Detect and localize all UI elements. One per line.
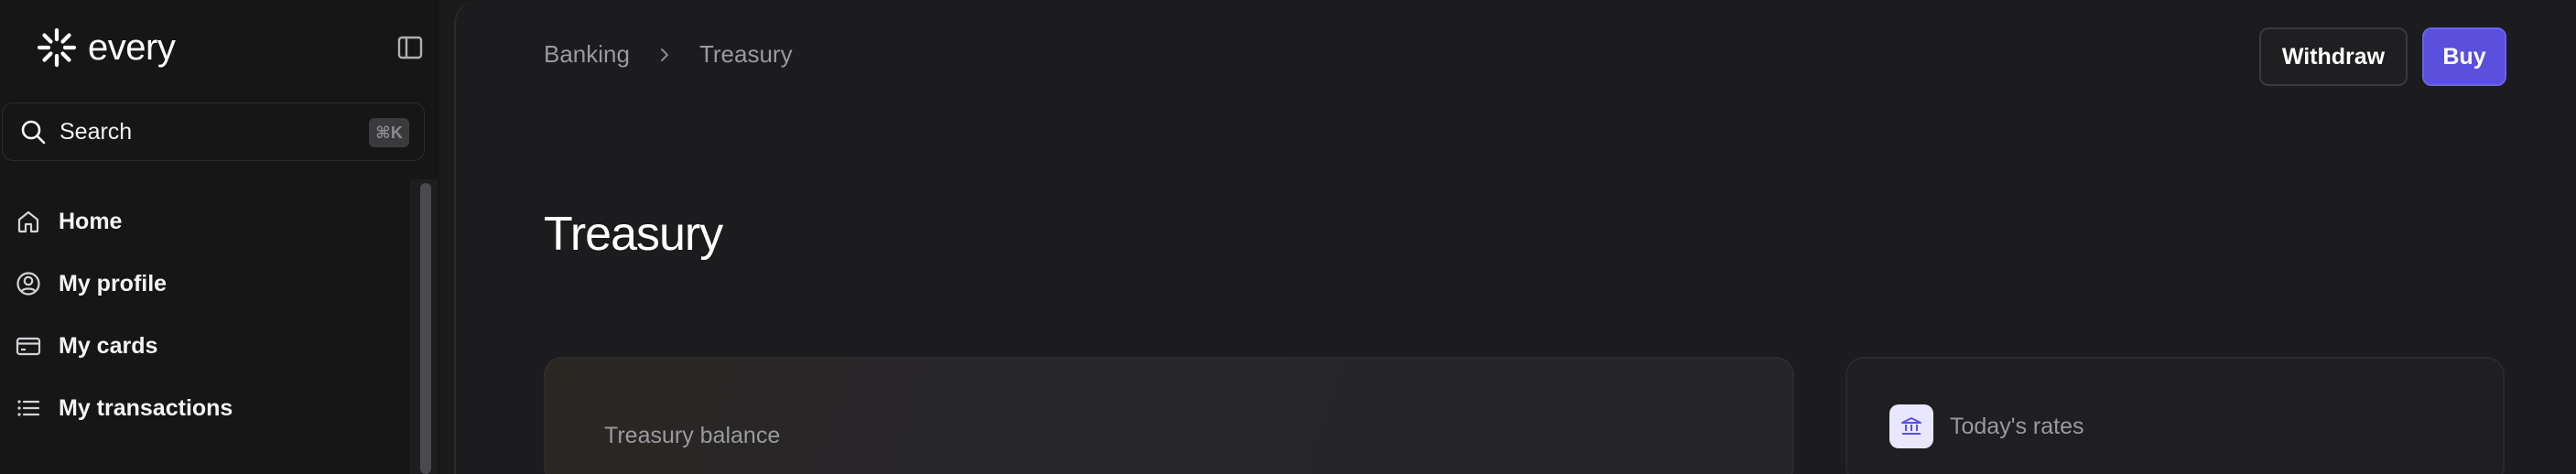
breadcrumb-item-banking[interactable]: Banking: [544, 40, 630, 69]
app-window: every Search ⌘K Home My profile My cards…: [0, 0, 2576, 474]
brand[interactable]: every: [35, 26, 176, 70]
keyboard-shortcut-badge: ⌘K: [369, 118, 409, 147]
todays-rates-card: Today's rates: [1845, 357, 2505, 474]
sidebar-item-my-cards[interactable]: My cards: [0, 315, 410, 377]
page-title: Treasury: [544, 208, 723, 261]
sidebar-item-label: My cards: [59, 332, 158, 359]
sidebar-item-label: My transactions: [59, 394, 233, 421]
sidebar-nav: Home My profile My cards My transactions: [0, 190, 410, 439]
sidebar-item-label: My profile: [59, 270, 168, 296]
search-placeholder: Search: [60, 118, 133, 145]
breadcrumb: Banking Treasury: [544, 40, 793, 69]
todays-rates-label: Today's rates: [1950, 414, 2084, 439]
search-input[interactable]: Search ⌘K: [2, 102, 425, 161]
list-icon: [17, 400, 40, 416]
page-actions: Withdraw Buy: [2259, 27, 2506, 86]
profile-icon: [16, 272, 40, 296]
sidebar-item-my-transactions[interactable]: My transactions: [0, 377, 410, 439]
search-icon: [21, 120, 46, 145]
breadcrumb-item-treasury[interactable]: Treasury: [699, 40, 793, 69]
sidebar-item-my-profile[interactable]: My profile: [0, 253, 410, 315]
withdraw-button[interactable]: Withdraw: [2259, 27, 2408, 86]
sidebar: every Search ⌘K Home My profile My cards…: [0, 0, 439, 474]
brand-name: every: [88, 27, 176, 68]
treasury-balance-label: Treasury balance: [604, 423, 781, 448]
sidebar-scrollbar-thumb[interactable]: [420, 183, 431, 474]
sidebar-toggle-icon[interactable]: [395, 33, 425, 62]
chevron-right-icon: [660, 48, 668, 61]
sidebar-item-home[interactable]: Home: [0, 190, 410, 253]
bank-icon: [1901, 417, 1921, 435]
treasury-balance-card: Treasury balance: [544, 357, 1794, 474]
main-content: Banking Treasury Withdraw Buy Treasury T…: [454, 0, 2576, 474]
buy-button[interactable]: Buy: [2422, 27, 2506, 86]
card-icon: [16, 337, 41, 356]
rates-icon-container: [1889, 404, 1933, 448]
brand-logo-icon: [37, 27, 77, 68]
home-icon: [17, 210, 39, 233]
sidebar-item-label: Home: [59, 208, 123, 234]
